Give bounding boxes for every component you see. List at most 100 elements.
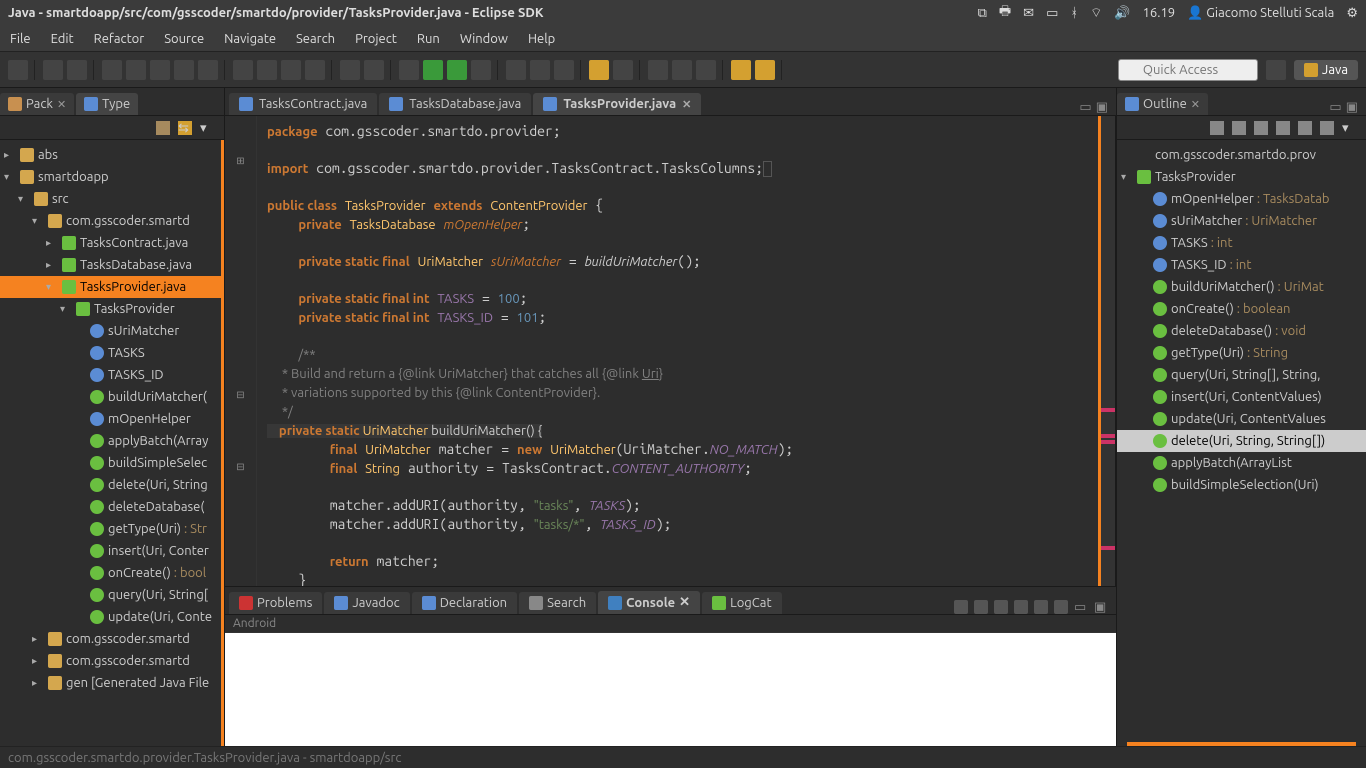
back-button[interactable]: [731, 60, 751, 80]
menu-edit[interactable]: Edit: [51, 32, 74, 46]
outline-node[interactable]: buildUriMatcher() : UriMat: [1117, 276, 1366, 298]
bluetooth-icon[interactable]: ᚼ: [1070, 6, 1078, 20]
tb-btn[interactable]: [102, 60, 122, 80]
hide-fields-icon[interactable]: [1232, 121, 1246, 135]
tab-logcat[interactable]: LogCat: [702, 592, 781, 614]
tab-problems[interactable]: Problems: [229, 592, 322, 614]
overview-ruler[interactable]: [1101, 116, 1115, 586]
tb-btn[interactable]: [530, 60, 550, 80]
tree-node[interactable]: ▸com.gsscoder.smartd: [0, 650, 221, 672]
user-menu[interactable]: 👤 Giacomo Stelluti Scala: [1187, 6, 1334, 21]
tree-node[interactable]: update(Uri, Conte: [0, 606, 221, 628]
tb-btn[interactable]: [506, 60, 526, 80]
tree-node[interactable]: ▸TasksContract.java: [0, 232, 221, 254]
tb-btn[interactable]: [126, 60, 146, 80]
link-editor-icon[interactable]: ⇆: [178, 121, 192, 135]
menu-navigate[interactable]: Navigate: [224, 32, 276, 46]
tb-btn[interactable]: [672, 60, 692, 80]
editor-gutter[interactable]: ⊞ ⊟ ⊟: [225, 116, 257, 586]
outline-node[interactable]: ▾TasksProvider: [1117, 166, 1366, 188]
outline-node[interactable]: com.gsscoder.smartdo.prov: [1117, 144, 1366, 166]
tb-btn[interactable]: [281, 60, 301, 80]
outline-node[interactable]: delete(Uri, String, String[]): [1117, 430, 1366, 452]
outline-node[interactable]: update(Uri, ContentValues: [1117, 408, 1366, 430]
tree-node[interactable]: mOpenHelper: [0, 408, 221, 430]
tree-node[interactable]: buildSimpleSelec: [0, 452, 221, 474]
printer-icon[interactable]: 🖶: [999, 2, 1011, 24]
run-button[interactable]: [423, 60, 443, 80]
console-btn[interactable]: [1034, 600, 1048, 614]
tree-node[interactable]: applyBatch(Array: [0, 430, 221, 452]
code-editor[interactable]: ⊞ ⊟ ⊟ package com.gsscoder.smartdo.provi…: [225, 116, 1116, 586]
menu-run[interactable]: Run: [417, 32, 440, 46]
tab-type-hierarchy[interactable]: Type: [76, 93, 138, 115]
tb-btn[interactable]: [174, 60, 194, 80]
outline-tree[interactable]: com.gsscoder.smartdo.prov▾TasksProviderm…: [1117, 140, 1366, 738]
tree-node[interactable]: deleteDatabase(: [0, 496, 221, 518]
save-all-button[interactable]: [67, 60, 87, 80]
quick-access-input[interactable]: [1118, 59, 1258, 81]
outline-node[interactable]: TASKS_ID : int: [1117, 254, 1366, 276]
tree-node[interactable]: query(Uri, String[: [0, 584, 221, 606]
console-btn[interactable]: [1054, 600, 1068, 614]
outline-node[interactable]: getType(Uri) : String: [1117, 342, 1366, 364]
menu-help[interactable]: Help: [528, 32, 555, 46]
open-perspective-button[interactable]: [1266, 60, 1286, 80]
outline-node[interactable]: deleteDatabase() : void: [1117, 320, 1366, 342]
close-icon[interactable]: ✕: [679, 595, 690, 610]
outline-node[interactable]: mOpenHelper : TasksDatab: [1117, 188, 1366, 210]
outline-node[interactable]: TASKS : int: [1117, 232, 1366, 254]
run-last-button[interactable]: [447, 60, 467, 80]
open-type-button[interactable]: [589, 60, 609, 80]
sort-icon[interactable]: [1210, 121, 1224, 135]
focus-icon[interactable]: [1320, 121, 1334, 135]
maximize-icon[interactable]: ▣: [1096, 100, 1108, 115]
wifi-icon[interactable]: ⌔: [1090, 5, 1102, 21]
tab-outline[interactable]: Outline✕: [1117, 93, 1208, 115]
hide-static-icon[interactable]: [1254, 121, 1268, 135]
tab-package-explorer[interactable]: Pack✕: [0, 93, 74, 115]
view-menu-icon[interactable]: ▾: [1342, 121, 1356, 135]
tab-javadoc[interactable]: Javadoc: [324, 592, 409, 614]
tab-search[interactable]: Search: [519, 592, 596, 614]
menu-search[interactable]: Search: [296, 32, 335, 46]
menu-refactor[interactable]: Refactor: [94, 32, 145, 46]
tb-btn[interactable]: [648, 60, 668, 80]
outline-node[interactable]: buildSimpleSelection(Uri): [1117, 474, 1366, 496]
outline-node[interactable]: sUriMatcher : UriMatcher: [1117, 210, 1366, 232]
menu-source[interactable]: Source: [164, 32, 204, 46]
menu-project[interactable]: Project: [355, 32, 397, 46]
dropbox-icon[interactable]: ⧉: [978, 6, 987, 21]
forward-button[interactable]: [755, 60, 775, 80]
tree-node[interactable]: ▾smartdoapp: [0, 166, 221, 188]
menu-window[interactable]: Window: [460, 32, 508, 46]
editor-tab-tasksdatabase[interactable]: TasksDatabase.java: [379, 93, 531, 115]
console-btn[interactable]: [954, 600, 968, 614]
save-button[interactable]: [43, 60, 63, 80]
tree-node[interactable]: TASKS: [0, 342, 221, 364]
close-icon[interactable]: ✕: [57, 98, 66, 111]
hide-nonpublic-icon[interactable]: [1276, 121, 1290, 135]
close-icon[interactable]: ✕: [1191, 98, 1200, 111]
volume-icon[interactable]: 🔊: [1114, 6, 1130, 21]
tree-node[interactable]: sUriMatcher: [0, 320, 221, 342]
outline-node[interactable]: applyBatch(ArrayList: [1117, 452, 1366, 474]
tb-btn[interactable]: [198, 60, 218, 80]
tree-node[interactable]: insert(Uri, Conter: [0, 540, 221, 562]
console-btn[interactable]: [994, 600, 1008, 614]
tree-node[interactable]: ▾com.gsscoder.smartd: [0, 210, 221, 232]
tb-btn[interactable]: [305, 60, 325, 80]
tab-console[interactable]: Console✕: [598, 591, 700, 614]
tb-btn[interactable]: [364, 60, 384, 80]
tree-node[interactable]: TASKS_ID: [0, 364, 221, 386]
console-output[interactable]: [225, 633, 1116, 746]
view-menu-icon[interactable]: ▾: [200, 121, 214, 135]
minimize-icon[interactable]: ▭: [1079, 100, 1091, 115]
tree-node[interactable]: buildUriMatcher(: [0, 386, 221, 408]
tree-node[interactable]: delete(Uri, String: [0, 474, 221, 496]
tree-node[interactable]: ▾TasksProvider.java: [0, 276, 221, 298]
tree-node[interactable]: getType(Uri) : Str: [0, 518, 221, 540]
code-area[interactable]: package com.gsscoder.smartdo.provider; i…: [257, 116, 1101, 586]
tree-node[interactable]: ▸gen [Generated Java File: [0, 672, 221, 694]
package-explorer-tree[interactable]: ▸abs▾smartdoapp▾src▾com.gsscoder.smartd▸…: [0, 140, 224, 746]
